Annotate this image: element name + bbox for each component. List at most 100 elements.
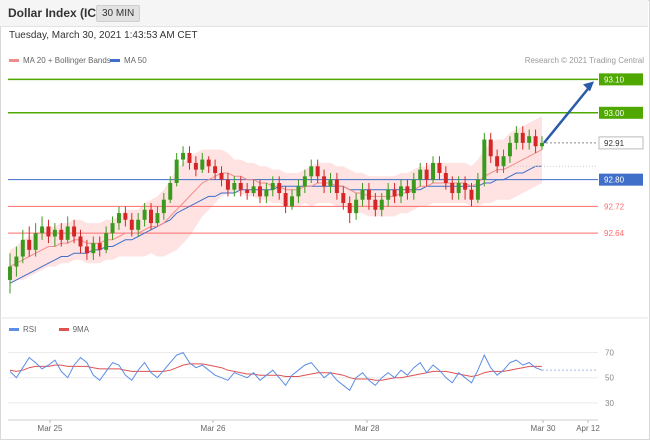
candle — [72, 226, 77, 237]
x-tick-label: Mar 30 — [531, 424, 556, 433]
level-label-92.80: 92.80 — [604, 176, 625, 185]
candle — [174, 159, 179, 183]
candle — [91, 243, 96, 254]
candle — [187, 152, 192, 163]
candle — [168, 183, 173, 200]
candle — [469, 189, 474, 200]
candle — [296, 186, 301, 197]
candle — [59, 229, 64, 240]
candle — [463, 183, 468, 190]
candle — [161, 199, 166, 214]
x-tick-label: Mar 28 — [355, 424, 380, 433]
candle — [40, 226, 45, 234]
candle — [456, 183, 461, 194]
candle — [475, 179, 480, 200]
candle — [315, 166, 320, 177]
candle — [283, 193, 288, 207]
candle — [533, 136, 538, 147]
candle — [225, 179, 230, 190]
candle — [302, 176, 307, 187]
candle — [418, 169, 423, 180]
candle — [495, 156, 500, 167]
candle — [123, 213, 128, 220]
candle — [405, 186, 410, 194]
chart-svg: 93.10 93.00 92.80 92.72 92.64 92.91 70 50 30 Mar … — [0, 73, 648, 433]
candle — [520, 132, 525, 143]
candle — [155, 213, 160, 224]
candle — [200, 159, 205, 170]
candle — [277, 183, 282, 194]
candle — [424, 169, 429, 180]
rsi-tick-50: 50 — [605, 374, 614, 383]
candle — [360, 189, 365, 200]
candle — [399, 186, 403, 197]
candle — [232, 183, 237, 190]
candle — [33, 233, 38, 250]
candle — [251, 186, 256, 194]
rsi-line — [9, 351, 543, 392]
candle — [65, 226, 70, 240]
candle — [501, 156, 506, 167]
level-label-92.64: 92.64 — [604, 229, 625, 238]
candle — [437, 162, 442, 173]
candle — [110, 223, 115, 234]
candle — [443, 172, 448, 183]
candle — [450, 183, 455, 194]
candle — [290, 196, 295, 207]
candle — [116, 213, 121, 224]
candle — [193, 162, 198, 170]
forecast-arrow-head — [583, 81, 594, 92]
candle — [14, 256, 19, 267]
candle — [8, 266, 12, 280]
candle — [238, 183, 243, 190]
level-label-93.10: 93.10 — [604, 75, 625, 84]
candle — [366, 189, 371, 200]
candle — [97, 243, 102, 250]
candle — [507, 142, 512, 157]
candle — [181, 152, 186, 160]
candle — [514, 132, 519, 143]
candle — [354, 199, 359, 214]
candle — [213, 166, 218, 173]
candle — [309, 166, 314, 177]
candle — [206, 159, 211, 167]
candle — [341, 193, 346, 204]
candle — [219, 172, 224, 180]
candle — [379, 199, 384, 210]
candle — [431, 162, 436, 180]
candle — [78, 236, 83, 247]
candle — [328, 179, 333, 187]
level-label-92.72: 92.72 — [604, 202, 625, 211]
candle — [488, 139, 493, 157]
x-tick-label: Mar 26 — [201, 424, 226, 433]
candle — [411, 179, 416, 194]
candle — [46, 226, 51, 237]
candle — [482, 139, 487, 180]
candle — [386, 189, 391, 200]
candle — [322, 176, 327, 187]
candle — [373, 199, 378, 210]
candle — [149, 209, 153, 224]
bollinger-band — [10, 116, 542, 284]
rsi-tick-70: 70 — [605, 349, 614, 358]
candle — [27, 239, 32, 250]
x-tick-label: Mar 25 — [38, 424, 63, 433]
candle — [347, 203, 352, 214]
candle — [334, 179, 339, 194]
candle — [136, 219, 141, 230]
candle — [257, 186, 262, 197]
candle — [52, 229, 57, 237]
candle — [392, 189, 397, 197]
forecast-arrow — [543, 85, 591, 144]
candle — [264, 189, 269, 197]
candle — [527, 136, 532, 143]
last-price-label: 92.91 — [604, 139, 625, 148]
candle — [540, 142, 544, 147]
candle — [84, 246, 89, 254]
candle — [104, 233, 109, 250]
x-tick-label: Apr 12 — [576, 424, 600, 433]
rsi-tick-30: 30 — [605, 399, 614, 408]
candle — [129, 219, 134, 230]
candle — [245, 189, 250, 194]
level-label-93.00: 93.00 — [604, 109, 625, 118]
